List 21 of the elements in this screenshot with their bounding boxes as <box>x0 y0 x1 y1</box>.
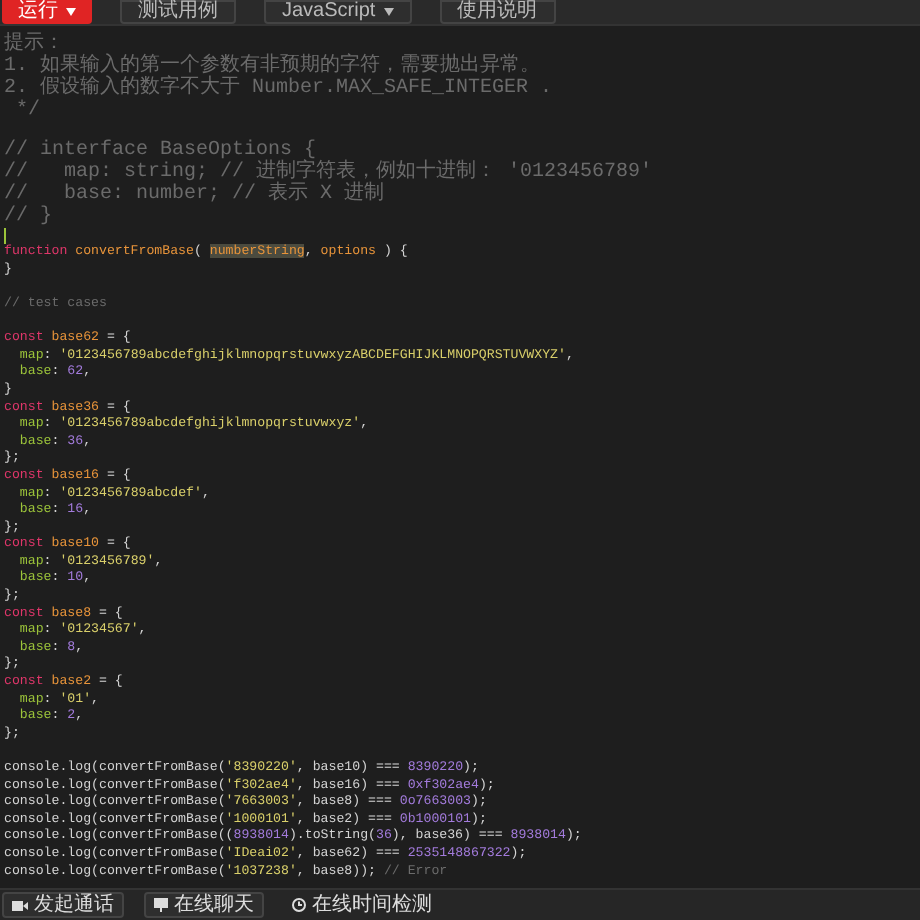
call-button[interactable]: 发起通话 <box>2 892 124 918</box>
code-comment: // map: string; // 进制字符表，例如十进制： '0123456789' <box>4 161 653 184</box>
chat-button[interactable]: 在线聊天 <box>144 892 264 918</box>
caret-icon <box>383 8 394 16</box>
monitor-icon <box>154 898 168 912</box>
code-comment: 1. 如果输入的第一个参数有非预期的字符，需要抛出异常。 <box>4 56 541 78</box>
code-comment: */ <box>14 100 41 122</box>
code-comment: // } <box>4 205 53 228</box>
language-dropdown[interactable]: JavaScript <box>264 0 412 24</box>
code-comment: 提示： <box>4 34 64 56</box>
video-camera-icon <box>12 899 28 911</box>
toolbar-button[interactable]: 使用说明 <box>439 0 556 24</box>
text-cursor <box>4 227 6 244</box>
run-button[interactable]: 运行 <box>2 0 92 24</box>
code-comment: 2. 假设输入的数字不大于 Number.MAX_SAFE_INTEGER . <box>4 78 553 100</box>
code-comment: // base: number; // 表示 X 进制 <box>4 183 385 206</box>
code-comment: // interface BaseOptions { <box>4 139 317 162</box>
toolbar-button[interactable]: 测试用例 <box>120 0 236 24</box>
clock-icon <box>292 898 306 912</box>
check-button[interactable]: 在线时间检测 <box>284 892 440 918</box>
caret-icon <box>66 8 76 16</box>
